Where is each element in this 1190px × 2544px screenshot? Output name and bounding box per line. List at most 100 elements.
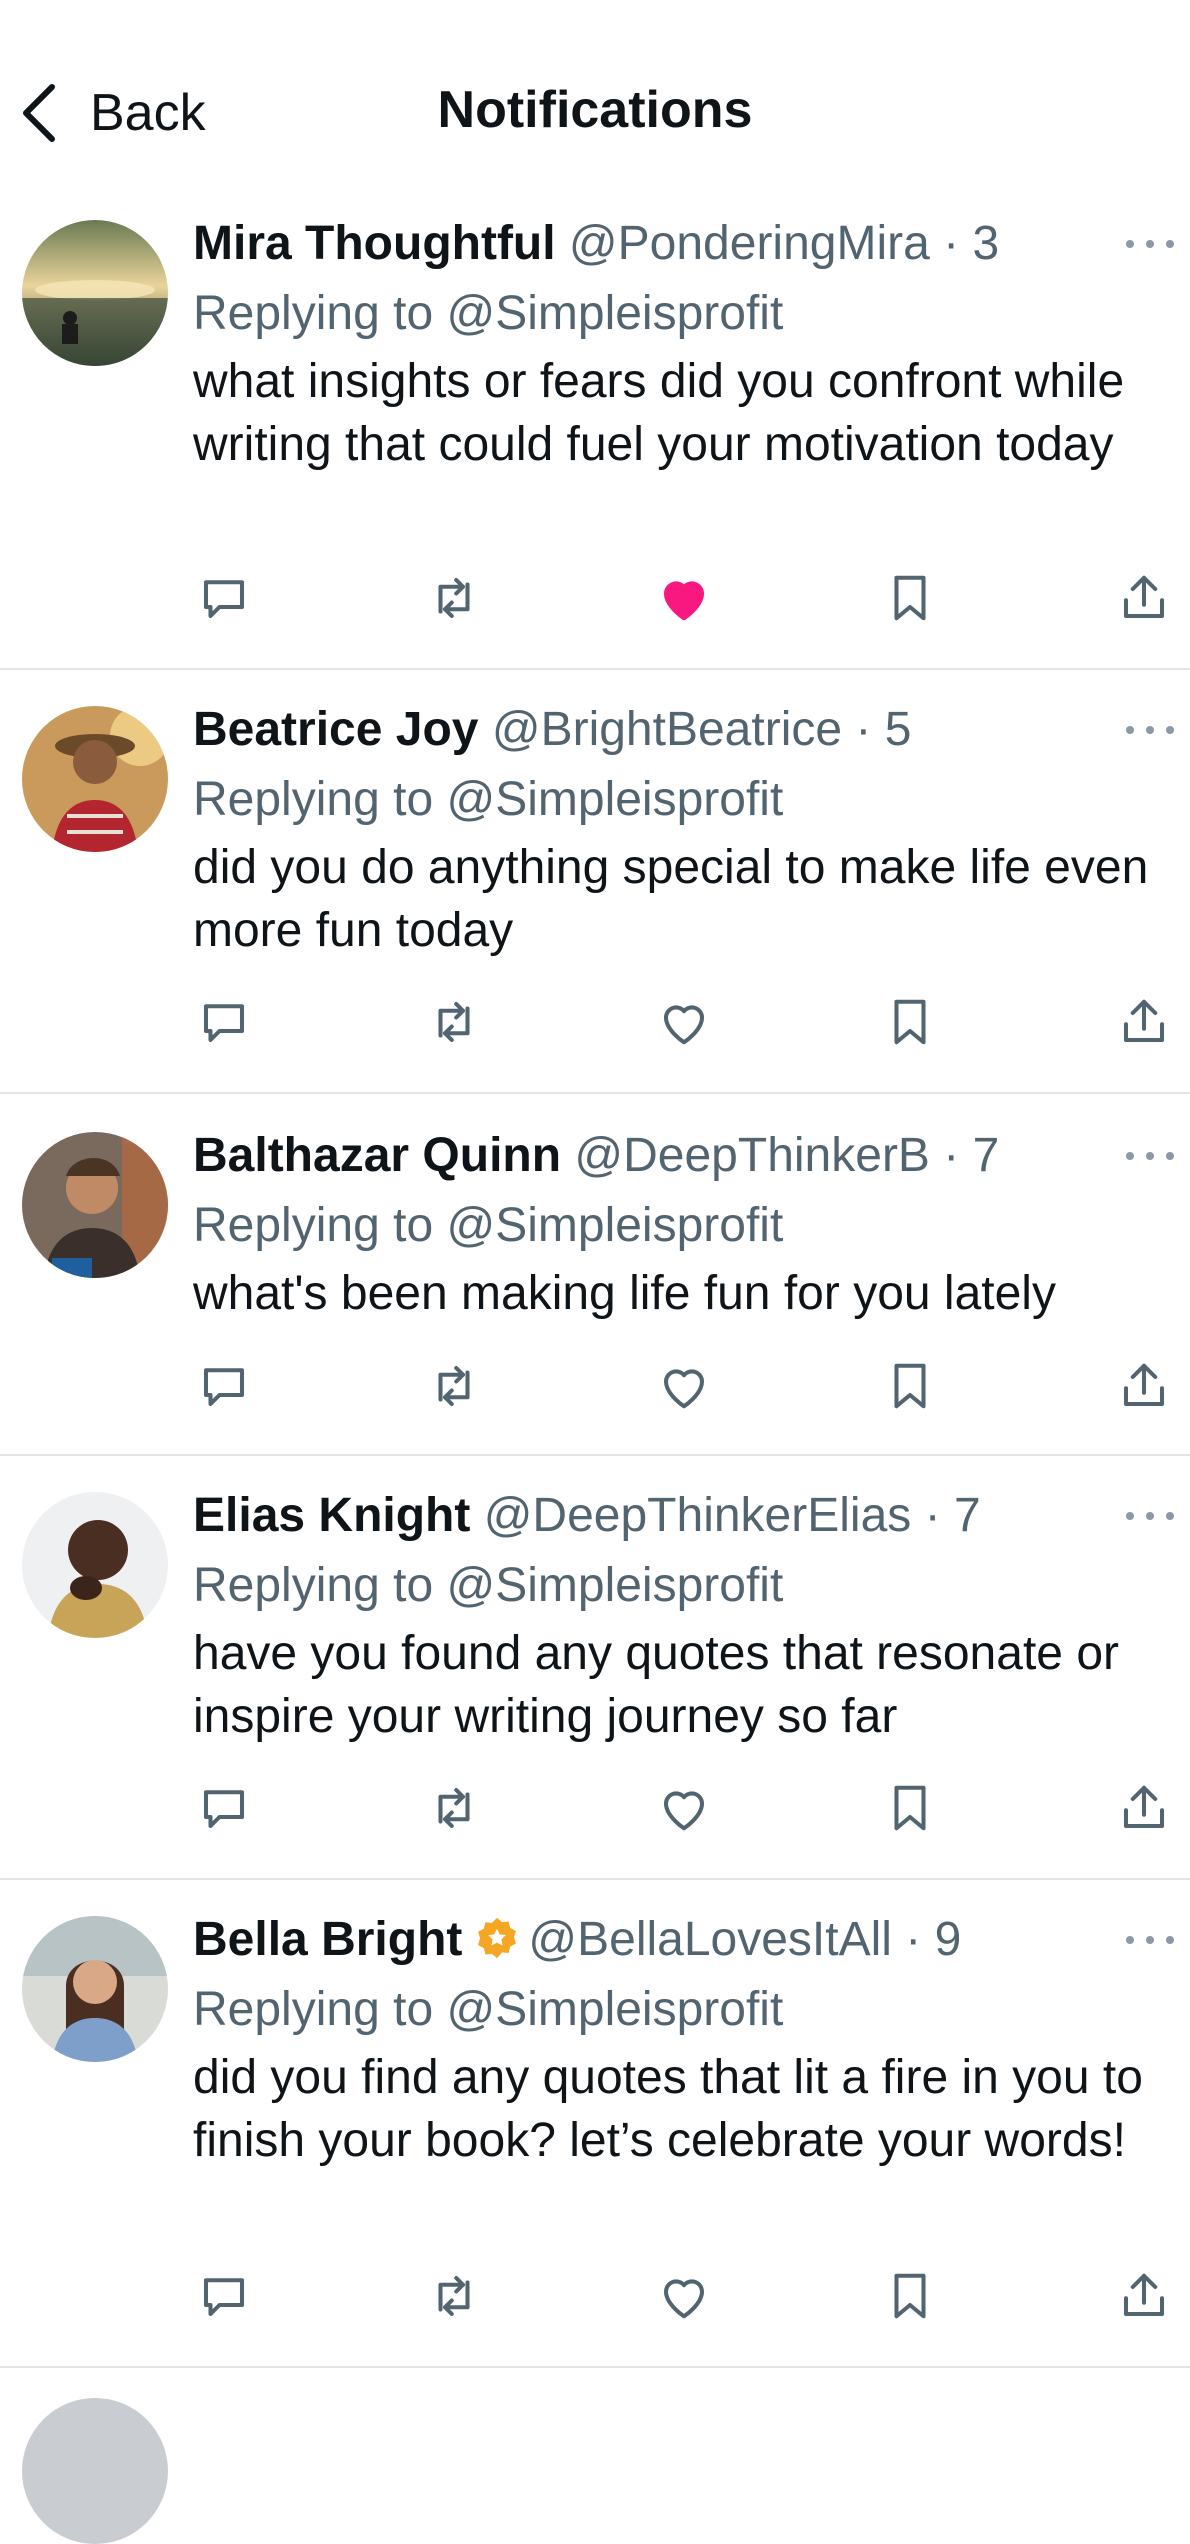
heart-icon (663, 1369, 705, 1409)
replying-to[interactable]: Replying to @Simpleisprofit (193, 1558, 783, 1614)
retweet-icon (438, 1365, 470, 1407)
like-button[interactable] (654, 992, 714, 1052)
like-button[interactable] (654, 568, 714, 628)
author-handle[interactable]: @DeepThinkerB (574, 1129, 930, 1182)
author-name[interactable]: Bella Bright (193, 1913, 462, 1966)
reply-text: did you find any quotes that lit a fire … (193, 2051, 1143, 2167)
avatar[interactable] (22, 706, 168, 852)
timestamp: 3 (972, 217, 1000, 270)
retweet-icon (438, 1001, 470, 1043)
reply-text: what insights or fears did you confront … (193, 355, 1125, 471)
more-icon[interactable] (1124, 1506, 1176, 1526)
timestamp: 9 (934, 1913, 962, 1966)
reply-icon (203, 1368, 245, 1407)
reply-button[interactable] (194, 568, 254, 628)
page-title: Notifications (437, 81, 753, 139)
share-button[interactable] (1114, 1356, 1174, 1416)
reply-button[interactable] (194, 992, 254, 1052)
notification-item[interactable]: Mira Thoughtful @PonderingMira · 3 Reply… (0, 190, 1190, 670)
notification-item[interactable]: Bella Bright @BellaLovesItAll · 9 Replyin… (0, 1880, 1190, 2368)
author-line: Bella Bright @BellaLovesItAll · 9 (193, 1913, 962, 1966)
bookmark-button[interactable] (880, 2266, 940, 2326)
bookmark-icon (894, 999, 926, 1045)
action-bar (0, 1356, 1190, 1416)
notification-item[interactable]: Balthazar Quinn @DeepThinkerB · 7 Replyi… (0, 1094, 1190, 1456)
action-bar (0, 992, 1190, 1052)
heart-icon (663, 1791, 705, 1831)
author-name[interactable]: Elias Knight (193, 1489, 470, 1542)
share-button[interactable] (1114, 992, 1174, 1052)
retweet-button[interactable] (424, 1778, 484, 1838)
more-icon[interactable] (1124, 1930, 1176, 1950)
share-button[interactable] (1114, 1778, 1174, 1838)
author-handle[interactable]: @BellaLovesItAll (528, 1913, 892, 1966)
bookmark-icon (894, 575, 926, 621)
notification-item[interactable]: Beatrice Joy @BrightBeatrice · 5 Replyin… (0, 670, 1190, 1094)
heart-icon (663, 581, 705, 621)
share-button[interactable] (1114, 2266, 1174, 2326)
more-icon[interactable] (1124, 234, 1176, 254)
bookmark-icon (894, 1785, 926, 1831)
reply-button[interactable] (194, 1356, 254, 1416)
more-icon[interactable] (1124, 720, 1176, 740)
author-line: Elias Knight @DeepThinkerElias · 7 (193, 1489, 981, 1542)
more-icon[interactable] (1124, 1146, 1176, 1166)
verified-badge-icon (478, 1917, 517, 1959)
top-bar: Back Notifications (0, 0, 1190, 190)
author-line: Mira Thoughtful @PonderingMira · 3 (193, 217, 1000, 270)
author-name[interactable]: Mira Thoughtful (193, 217, 556, 270)
heart-icon (663, 2279, 705, 2319)
reply-text: what's been making life fun for you late… (193, 1267, 1056, 1320)
reply-icon (203, 1004, 245, 1043)
author-name[interactable]: Balthazar Quinn (193, 1129, 561, 1182)
share-button[interactable] (1114, 568, 1174, 628)
bookmark-icon (894, 1363, 926, 1409)
retweet-icon (438, 1787, 470, 1829)
avatar[interactable] (22, 2398, 168, 2544)
like-button[interactable] (654, 1356, 714, 1416)
retweet-icon (438, 577, 470, 619)
author-name[interactable]: Beatrice Joy (193, 703, 479, 756)
retweet-button[interactable] (424, 568, 484, 628)
author-handle[interactable]: @DeepThinkerElias (484, 1489, 912, 1542)
author-handle[interactable]: @BrightBeatrice (492, 703, 842, 756)
replying-to[interactable]: Replying to @Simpleisprofit (193, 286, 783, 342)
bookmark-button[interactable] (880, 1778, 940, 1838)
like-button[interactable] (654, 1778, 714, 1838)
share-icon (1123, 575, 1165, 619)
notification-item[interactable]: Elias Knight @DeepThinkerElias · 7 Reply… (0, 1456, 1190, 1880)
share-icon (1123, 1363, 1165, 1407)
avatar[interactable] (22, 1916, 168, 2062)
action-bar (0, 2266, 1190, 2326)
timestamp: 7 (953, 1489, 981, 1542)
share-icon (1123, 2273, 1165, 2317)
reply-icon (203, 580, 245, 619)
replying-to[interactable]: Replying to @Simpleisprofit (193, 1198, 783, 1254)
bookmark-button[interactable] (880, 1356, 940, 1416)
author-handle[interactable]: @PonderingMira (569, 217, 930, 270)
reply-button[interactable] (194, 2266, 254, 2326)
bookmark-button[interactable] (880, 568, 940, 628)
reply-text: did you do anything special to make life… (193, 841, 1149, 957)
retweet-icon (438, 2275, 470, 2317)
avatar[interactable] (22, 1132, 168, 1278)
reply-icon (203, 2278, 245, 2317)
bookmark-button[interactable] (880, 992, 940, 1052)
action-bar (0, 568, 1190, 628)
avatar[interactable] (22, 220, 168, 366)
like-button[interactable] (654, 2266, 714, 2326)
replying-to[interactable]: Replying to @Simpleisprofit (193, 772, 783, 828)
retweet-button[interactable] (424, 2266, 484, 2326)
bookmark-icon (894, 2273, 926, 2319)
reply-button[interactable] (194, 1778, 254, 1838)
timestamp: 5 (884, 703, 912, 756)
retweet-button[interactable] (424, 992, 484, 1052)
replying-to[interactable]: Replying to @Simpleisprofit (193, 1982, 783, 2038)
action-bar (0, 1778, 1190, 1838)
author-line: Balthazar Quinn @DeepThinkerB · 7 (193, 1129, 1000, 1182)
share-icon (1123, 999, 1165, 1043)
avatar[interactable] (22, 1492, 168, 1638)
retweet-button[interactable] (424, 1356, 484, 1416)
heart-icon (663, 1005, 705, 1045)
reply-icon (203, 1790, 245, 1829)
